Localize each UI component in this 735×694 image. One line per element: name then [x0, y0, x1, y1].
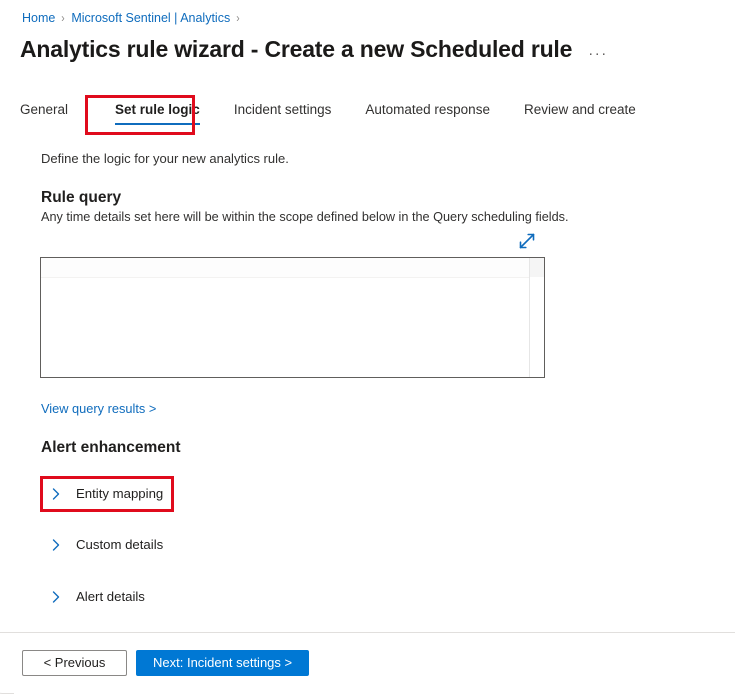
previous-button[interactable]: < Previous — [22, 650, 127, 676]
editor-vertical-scrollbar[interactable] — [529, 258, 544, 377]
tab-general-label: General — [20, 102, 69, 117]
breadcrumb-separator-icon-2: › — [236, 11, 240, 25]
rule-query-editor[interactable] — [40, 257, 545, 378]
collapsible-entity-mapping[interactable]: Entity mapping — [48, 482, 163, 506]
breadcrumb-separator-icon: › — [61, 11, 66, 25]
tab-automated-response[interactable]: Automated response — [365, 96, 490, 127]
collapsible-custom-details-label: Custom details — [76, 537, 164, 552]
collapsible-alert-details[interactable]: Alert details — [48, 585, 145, 609]
wizard-tablist: General Set rule logic Incident settings… — [20, 96, 670, 136]
page-title: Analytics rule wizard - Create a new Sch… — [20, 36, 573, 62]
wizard-footer: < Previous Next: Incident settings > — [22, 650, 310, 676]
collapsible-alert-details-label: Alert details — [76, 589, 145, 604]
tab-incident-settings[interactable]: Incident settings — [234, 96, 332, 127]
expand-diagonal-icon[interactable] — [515, 229, 539, 253]
tab-review-and-create-label: Review and create — [523, 102, 636, 117]
tab-review-and-create[interactable]: Review and create — [524, 96, 636, 127]
tab-automated-response-label: Automated response — [365, 102, 490, 117]
alert-enhancement-heading: Alert enhancement — [41, 439, 181, 456]
more-options-icon[interactable]: ··· — [588, 36, 608, 62]
chevron-right-icon — [48, 589, 64, 605]
collapsible-custom-details[interactable]: Custom details — [48, 533, 163, 557]
view-query-results-link[interactable]: View query results > — [41, 400, 156, 417]
window-corner-arc — [0, 672, 14, 694]
intro-text: Define the logic for your new analytics … — [41, 151, 289, 166]
breadcrumb-item-home[interactable]: Home — [22, 10, 55, 26]
chevron-right-icon — [48, 537, 64, 553]
tab-set-rule-logic-label: Set rule logic — [115, 102, 200, 117]
breadcrumb-item-microsoft-sentinel-analytics[interactable]: Microsoft Sentinel | Analytics — [71, 10, 230, 26]
rule-query-heading: Rule query — [41, 189, 122, 206]
footer-divider — [0, 632, 735, 633]
tab-incident-settings-label: Incident settings — [233, 102, 332, 117]
tab-set-rule-logic[interactable]: Set rule logic — [102, 96, 213, 127]
tab-general[interactable]: General — [20, 96, 68, 127]
next-incident-settings-button[interactable]: Next: Incident settings > — [136, 650, 310, 676]
page-title-row: Analytics rule wizard - Create a new Sch… — [20, 33, 608, 65]
editor-scrollbar-corner — [530, 258, 544, 277]
chevron-right-icon — [48, 486, 64, 502]
breadcrumb: Home › Microsoft Sentinel | Analytics › — [22, 10, 246, 26]
collapsible-entity-mapping-label: Entity mapping — [76, 486, 164, 501]
rule-query-subtext: Any time details set here will be within… — [41, 210, 569, 224]
active-tab-indicator — [115, 122, 200, 125]
rule-query-input[interactable] — [41, 258, 530, 377]
